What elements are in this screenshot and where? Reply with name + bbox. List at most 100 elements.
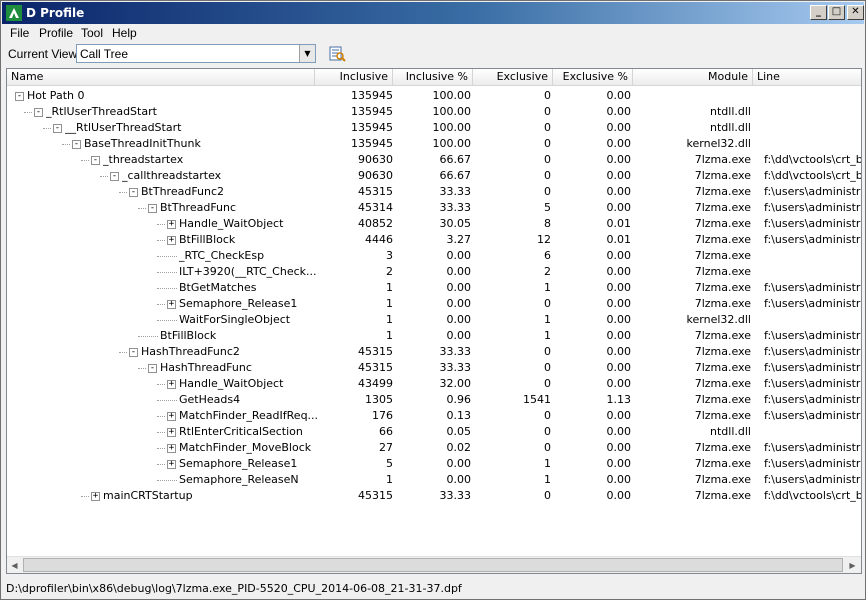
cell-exclusive: 5 bbox=[544, 201, 551, 214]
cell-line: f:\users\administrato bbox=[764, 457, 861, 470]
title-bar[interactable]: D Profile _ □ ✕ bbox=[2, 2, 864, 24]
cell-module: 7lzma.exe bbox=[694, 409, 751, 422]
tree-row[interactable]: BtGetMatches 1 0.00 1 0.00 7lzma.exe f:\users\… bbox=[7, 280, 861, 296]
cell-module: ntdll.dll bbox=[710, 105, 751, 118]
cell-exclusive-pct: 0.00 bbox=[606, 201, 632, 214]
col-name[interactable]: Name bbox=[7, 69, 315, 86]
cell-exclusive: 0 bbox=[544, 185, 551, 198]
tree-row[interactable]: - __RtlUserThreadStart 135945 100.00 0 0.00 nt… bbox=[7, 120, 861, 136]
tree-row[interactable]: - Hot Path 0 135945 100.00 0 0.00 bbox=[7, 88, 861, 104]
cell-line: f:\users\administrato bbox=[764, 473, 861, 486]
cell-module: 7lzma.exe bbox=[694, 473, 751, 486]
tree-connector bbox=[24, 112, 32, 113]
cell-module: 7lzma.exe bbox=[694, 185, 751, 198]
expand-icon[interactable]: + bbox=[167, 380, 176, 389]
tree-node-name: MatchFinder_MoveBlock bbox=[179, 441, 312, 454]
collapse-icon[interactable]: - bbox=[148, 364, 157, 373]
call-tree-grid[interactable]: Name Inclusive Inclusive % Exclusive Exc… bbox=[6, 68, 862, 574]
minimize-button[interactable]: _ bbox=[810, 5, 827, 20]
tree-row[interactable]: - HashThreadFunc2 45315 33.33 0 0.00 7lzma.exe… bbox=[7, 344, 861, 360]
cell-module: 7lzma.exe bbox=[694, 169, 751, 182]
tree-row[interactable]: + Semaphore_Release1 5 0.00 1 0.00 7lzma.exe f:… bbox=[7, 456, 861, 472]
tree-row[interactable]: + MatchFinder_ReadIfReq... 176 0.13 0 0.00 7lz… bbox=[7, 408, 861, 424]
cell-exclusive-pct: 0.00 bbox=[606, 169, 632, 182]
collapse-icon[interactable]: - bbox=[53, 124, 62, 133]
col-line[interactable]: Line bbox=[753, 69, 861, 86]
tree-row[interactable]: ILT+3920(__RTC_Check... 2 0.00 2 0.00 7lzma.e… bbox=[7, 264, 861, 280]
expand-icon[interactable]: + bbox=[167, 412, 176, 421]
find-icon[interactable] bbox=[328, 45, 346, 63]
chevron-down-icon[interactable]: ▼ bbox=[299, 45, 315, 62]
col-module[interactable]: Module bbox=[633, 69, 753, 86]
close-button[interactable]: ✕ bbox=[847, 5, 864, 20]
col-exclusive-pct[interactable]: Exclusive % bbox=[553, 69, 633, 86]
cell-line bbox=[764, 312, 861, 328]
expand-icon[interactable]: + bbox=[167, 220, 176, 229]
cell-module: 7lzma.exe bbox=[694, 233, 751, 246]
maximize-button[interactable]: □ bbox=[828, 5, 845, 20]
cell-line: f:\users\administrato bbox=[764, 393, 861, 406]
current-view-select[interactable]: Call Tree ▼ bbox=[76, 44, 316, 63]
tree-row[interactable]: GetHeads4 1305 0.96 1541 1.13 7lzma.exe f:\use… bbox=[7, 392, 861, 408]
tree-row[interactable]: + Semaphore_Release1 1 0.00 0 0.00 7lzma.exe f:… bbox=[7, 296, 861, 312]
collapse-icon[interactable]: - bbox=[34, 108, 43, 117]
expand-icon[interactable]: + bbox=[167, 300, 176, 309]
horizontal-scrollbar[interactable]: ◀ ▶ bbox=[7, 556, 861, 573]
cell-exclusive-pct: 0.00 bbox=[606, 361, 632, 374]
expand-icon[interactable]: + bbox=[167, 236, 176, 245]
expand-icon[interactable]: + bbox=[91, 492, 100, 501]
cell-line bbox=[764, 120, 861, 136]
tree-row[interactable]: + BtFillBlock 4446 3.27 12 0.01 7lzma.exe f:\us… bbox=[7, 232, 861, 248]
scroll-right-icon[interactable]: ▶ bbox=[845, 558, 860, 573]
col-inclusive[interactable]: Inclusive bbox=[315, 69, 393, 86]
tree-row[interactable]: - _threadstartex 90630 66.67 0 0.00 7lzma.exe f… bbox=[7, 152, 861, 168]
cell-inclusive-pct: 0.00 bbox=[446, 457, 472, 470]
expand-icon[interactable]: + bbox=[167, 444, 176, 453]
cell-module: 7lzma.exe bbox=[694, 361, 751, 374]
cell-inclusive: 135945 bbox=[351, 121, 393, 134]
scrollbar-thumb[interactable] bbox=[23, 558, 843, 572]
tree-connector bbox=[81, 160, 89, 161]
tree-row[interactable]: Semaphore_ReleaseN 1 0.00 1 0.00 7lzma.exe f:\… bbox=[7, 472, 861, 488]
collapse-icon[interactable]: - bbox=[129, 348, 138, 357]
tree-row[interactable]: + RtlEnterCriticalSection 66 0.05 0 0.00 ntdll… bbox=[7, 424, 861, 440]
tree-row[interactable]: - BtThreadFunc 45314 33.33 5 0.00 7lzma.exe f:\… bbox=[7, 200, 861, 216]
col-inclusive-pct[interactable]: Inclusive % bbox=[393, 69, 473, 86]
collapse-icon[interactable]: - bbox=[72, 140, 81, 149]
tree-row[interactable]: _RTC_CheckEsp 3 0.00 6 0.00 7lzma.exe bbox=[7, 248, 861, 264]
tree-row[interactable]: - BaseThreadInitThunk 135945 100.00 0 0.00 ker… bbox=[7, 136, 861, 152]
tree-row[interactable]: + Handle_WaitObject 40852 30.05 8 0.01 7lzma.e… bbox=[7, 216, 861, 232]
cell-module: 7lzma.exe bbox=[694, 297, 751, 310]
tree-row[interactable]: - _RtlUserThreadStart 135945 100.00 0 0.00 ntd… bbox=[7, 104, 861, 120]
tree-row[interactable]: - BtThreadFunc2 45315 33.33 0 0.00 7lzma.exe f:… bbox=[7, 184, 861, 200]
cell-line: f:\dd\vctools\crt_bld bbox=[764, 489, 862, 502]
menu-help[interactable]: Help bbox=[112, 26, 137, 40]
tree-row[interactable]: BtFillBlock 1 0.00 1 0.00 7lzma.exe f:\users\a… bbox=[7, 328, 861, 344]
cell-exclusive-pct: 0.00 bbox=[606, 409, 632, 422]
tree-row[interactable]: WaitForSingleObject 1 0.00 1 0.00 kernel32.dl… bbox=[7, 312, 861, 328]
cell-line bbox=[764, 88, 861, 104]
cell-inclusive-pct: 0.05 bbox=[446, 425, 472, 438]
tree-node-name: RtlEnterCriticalSection bbox=[179, 425, 303, 438]
collapse-icon[interactable]: - bbox=[91, 156, 100, 165]
collapse-icon[interactable]: - bbox=[110, 172, 119, 181]
collapse-icon[interactable]: - bbox=[15, 92, 24, 101]
cell-module: 7lzma.exe bbox=[694, 249, 751, 262]
menu-profile[interactable]: Profile bbox=[39, 26, 73, 40]
expand-icon[interactable]: + bbox=[167, 460, 176, 469]
scroll-left-icon[interactable]: ◀ bbox=[7, 558, 22, 573]
cell-exclusive: 1 bbox=[544, 473, 551, 486]
tree-row[interactable]: + Handle_WaitObject 43499 32.00 0 0.00 7lzma.e… bbox=[7, 376, 861, 392]
tree-row[interactable]: - HashThreadFunc 45315 33.33 0 0.00 7lzma.exe f… bbox=[7, 360, 861, 376]
col-exclusive[interactable]: Exclusive bbox=[473, 69, 553, 86]
tree-connector bbox=[157, 400, 177, 401]
collapse-icon[interactable]: - bbox=[129, 188, 138, 197]
menu-file[interactable]: File bbox=[10, 26, 29, 40]
tree-row[interactable]: + mainCRTStartup 45315 33.33 0 0.00 7lzma.exe f… bbox=[7, 488, 862, 504]
tree-row[interactable]: - _callthreadstartex 90630 66.67 0 0.00 7lzma.… bbox=[7, 168, 861, 184]
menu-tool[interactable]: Tool bbox=[81, 26, 103, 40]
expand-icon[interactable]: + bbox=[167, 428, 176, 437]
collapse-icon[interactable]: - bbox=[148, 204, 157, 213]
tree-row[interactable]: + MatchFinder_MoveBlock 27 0.02 0 0.00 7lzma.e… bbox=[7, 440, 861, 456]
tree-node-name: BtThreadFunc bbox=[160, 201, 237, 214]
